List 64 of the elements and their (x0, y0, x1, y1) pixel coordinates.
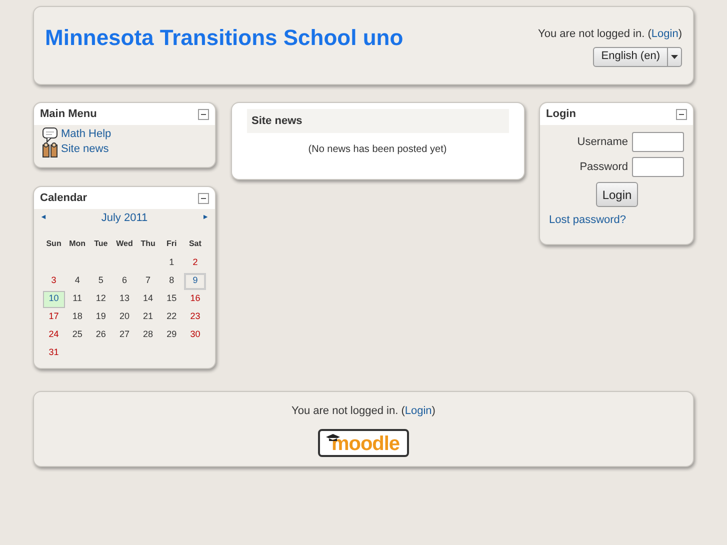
block-title: Calendar (40, 190, 88, 206)
password-field[interactable] (632, 157, 684, 177)
login-notice: You are not logged in. (Login) (538, 27, 682, 42)
weekday-label: Sun (45, 238, 62, 250)
people-icon (42, 142, 58, 158)
weekday-label: Tue (93, 238, 109, 250)
calendar-day[interactable]: 9 (184, 272, 206, 290)
calendar-day[interactable]: 30 (184, 326, 206, 344)
news-title: Site news (252, 114, 302, 129)
calendar-day[interactable]: 18 (66, 308, 88, 326)
calendar-day[interactable]: 13 (113, 290, 136, 308)
menu-link[interactable]: Site news (61, 141, 109, 158)
month-title[interactable]: July 2011 (101, 210, 148, 226)
block-title: Login (546, 106, 576, 122)
calendar-day[interactable]: 10 (42, 290, 65, 308)
calendar-day[interactable]: 7 (137, 272, 160, 290)
calendar-day[interactable]: 1 (160, 254, 183, 272)
login-button[interactable]: Login (596, 182, 638, 207)
calendar-day[interactable]: 11 (66, 290, 88, 308)
calendar-day[interactable]: 29 (160, 326, 183, 344)
weekday-label: Mon (68, 238, 87, 250)
calendar-day[interactable]: 19 (90, 308, 112, 326)
calendar-day[interactable]: 6 (113, 272, 136, 290)
calendar-day[interactable]: 14 (137, 290, 160, 308)
calendar-day[interactable]: 5 (90, 272, 112, 290)
weekday-label: Wed (115, 238, 134, 250)
calendar-day[interactable]: 15 (160, 290, 183, 308)
calendar-day[interactable]: 21 (137, 308, 160, 326)
calendar-day[interactable]: 27 (113, 326, 136, 344)
password-label: Password (580, 160, 628, 175)
speech-bubble-icon (42, 126, 58, 142)
weekday-label: Thu (140, 238, 156, 250)
calendar-day[interactable]: 22 (160, 308, 183, 326)
calendar-day[interactable]: 8 (160, 272, 183, 290)
weekday-label: Fri (166, 238, 178, 250)
news-message: (No news has been posted yet) (307, 143, 448, 157)
menu-link[interactable]: Math Help (61, 126, 112, 143)
calendar-day[interactable]: 23 (184, 308, 206, 326)
login-link[interactable]: Login (651, 28, 678, 40)
calendar-day[interactable]: 12 (90, 290, 112, 308)
language-select[interactable]: English (en) (593, 46, 682, 66)
site-title[interactable]: Minnesota Transitions School uno (45, 24, 404, 84)
calendar-day[interactable]: 3 (42, 272, 65, 290)
login-notice: You are not logged in. (Login) (292, 404, 436, 419)
calendar-day[interactable]: 16 (184, 290, 206, 308)
calendar-day[interactable]: 4 (66, 272, 88, 290)
calendar-day[interactable]: 31 (42, 344, 65, 362)
lost-password-link[interactable]: Lost password? (540, 212, 693, 228)
collapse-icon[interactable] (198, 192, 209, 204)
calendar-day[interactable]: 26 (90, 326, 112, 344)
login-link[interactable]: Login (404, 405, 432, 417)
caret-icon (671, 54, 678, 58)
calendar-day[interactable]: 24 (42, 326, 65, 344)
calendar-day[interactable]: 25 (66, 326, 88, 344)
calendar-day[interactable]: 20 (113, 308, 136, 326)
block-title: Main Menu (40, 106, 97, 122)
weekday-label: Sat (188, 238, 202, 250)
collapse-icon[interactable] (676, 108, 687, 120)
calendar-day[interactable]: 2 (184, 254, 206, 272)
calendar-day[interactable]: 17 (42, 308, 65, 326)
calendar-day[interactable]: 28 (137, 326, 160, 344)
username-field[interactable] (632, 132, 684, 152)
collapse-icon[interactable] (198, 108, 209, 120)
username-label: Username (577, 134, 628, 150)
